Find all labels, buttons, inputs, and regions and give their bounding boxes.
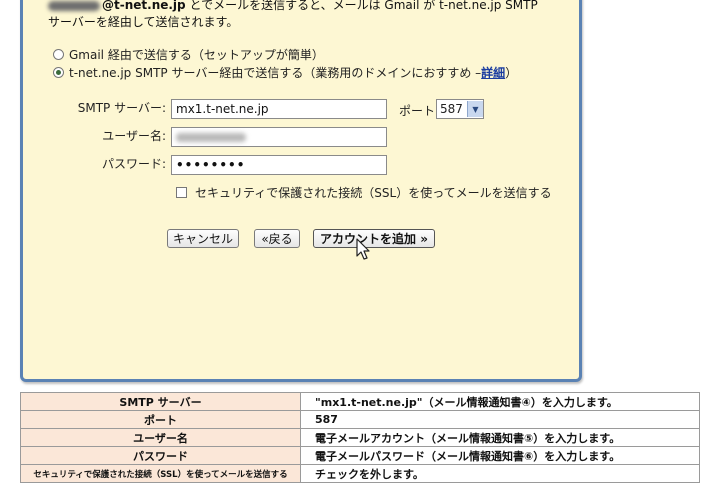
radio-gmail-option[interactable]: Gmail 経由で送信する（セットアップが簡単）: [53, 46, 324, 63]
cancel-button[interactable]: キャンセル: [167, 229, 239, 248]
username-input[interactable]: [171, 127, 387, 147]
port-label: ポート:: [399, 104, 440, 118]
smtp-server-label: SMTP サーバー:: [77, 101, 166, 115]
table-value: 電子メールパスワード（メール情報通知書⑥）を入力します。: [300, 446, 700, 465]
settings-info-table: SMTP サーバー "mx1.t-net.ne.jp"（メール情報通知書④）を入…: [20, 392, 700, 483]
intro-line-2: サーバーを経由して送信されます。: [48, 15, 239, 29]
table-key: パスワード: [20, 446, 301, 465]
radio-smtp-label-close: ）: [505, 66, 518, 80]
table-value: "mx1.t-net.ne.jp"（メール情報通知書④）を入力します。: [300, 392, 700, 411]
radio-smtp-option[interactable]: t-net.ne.jp SMTP サーバー経由で送信する（業務用のドメインにおす…: [53, 64, 517, 81]
radio-gmail-label: Gmail 経由で送信する（セットアップが簡単）: [69, 48, 324, 62]
table-key: SMTP サーバー: [20, 392, 301, 411]
radio-smtp[interactable]: [53, 67, 64, 78]
ssl-label: セキュリティで保護された接続（SSL）を使ってメールを送信する: [195, 186, 552, 200]
table-row: セキュリティで保護された接続（SSL）を使ってメールを送信する チェックを外しま…: [20, 464, 700, 483]
username-redacted: [176, 133, 246, 142]
intro-text: とでメールを送信すると、メールは Gmail が t-net.ne.jp SMT…: [185, 0, 538, 12]
email-domain: @t-net.ne.jp: [102, 0, 186, 12]
port-select[interactable]: 587 ▼: [436, 99, 484, 119]
back-button[interactable]: «戻る: [254, 229, 300, 248]
add-account-dialog: @t-net.ne.jp とでメールを送信すると、メールは Gmail が t-…: [20, 0, 582, 382]
radio-smtp-label: t-net.ne.jp SMTP サーバー経由で送信する（業務用のドメインにおす…: [69, 66, 482, 80]
table-value: 587: [300, 410, 700, 429]
password-input[interactable]: ••••••••: [171, 155, 387, 175]
smtp-server-input[interactable]: mx1.t-net.ne.jp: [171, 99, 387, 119]
table-value: チェックを外します。: [300, 464, 700, 483]
table-key: ユーザー名: [20, 428, 301, 447]
cursor-arrow-icon: [356, 238, 370, 260]
chevron-down-icon[interactable]: ▼: [467, 101, 483, 117]
username-label: ユーザー名:: [102, 129, 166, 143]
table-value: 電子メールアカウント（メール情報通知書⑤）を入力します。: [300, 428, 700, 447]
table-row: ユーザー名 電子メールアカウント（メール情報通知書⑤）を入力します。: [20, 428, 700, 447]
details-link[interactable]: 詳細: [481, 64, 505, 81]
table-row: パスワード 電子メールパスワード（メール情報通知書⑥）を入力します。: [20, 446, 700, 465]
ssl-option[interactable]: セキュリティで保護された接続（SSL）を使ってメールを送信する: [176, 184, 552, 201]
intro-line-1: @t-net.ne.jp とでメールを送信すると、メールは Gmail が t-…: [48, 0, 538, 13]
table-row: ポート 587: [20, 410, 700, 429]
add-account-button[interactable]: アカウントを追加 »: [313, 229, 435, 248]
radio-gmail[interactable]: [53, 49, 64, 60]
table-key: セキュリティで保護された接続（SSL）を使ってメールを送信する: [20, 464, 301, 483]
password-label: パスワード:: [101, 157, 166, 171]
port-value: 587: [440, 102, 463, 116]
table-row: SMTP サーバー "mx1.t-net.ne.jp"（メール情報通知書④）を入…: [20, 392, 700, 411]
table-key: ポート: [20, 410, 301, 429]
ssl-checkbox[interactable]: [176, 187, 187, 198]
email-address-redacted: [48, 0, 100, 11]
